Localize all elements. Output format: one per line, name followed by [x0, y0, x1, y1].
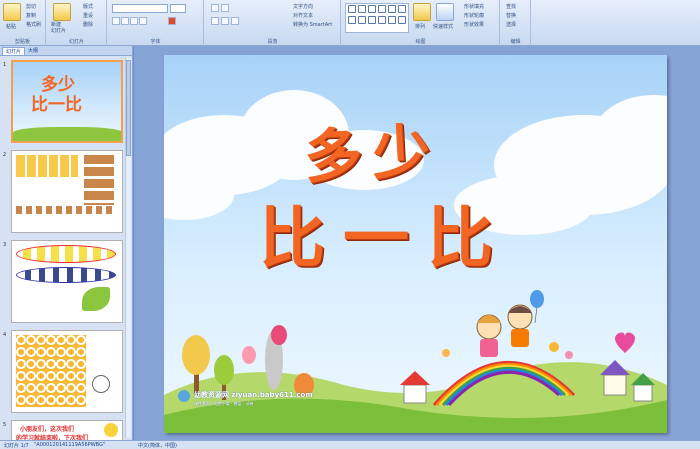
layout-button[interactable]: 版式	[83, 3, 93, 10]
shapes-gallery[interactable]	[345, 3, 409, 33]
thumb-number: 5	[3, 422, 7, 428]
slide-thumb-1[interactable]: 多少 比一比	[11, 60, 123, 143]
bold-button[interactable]	[112, 17, 120, 25]
paste-label: 粘贴	[6, 24, 17, 30]
align-center-button[interactable]	[221, 17, 229, 25]
quick-styles-button[interactable]	[436, 3, 454, 21]
scrollbar-thumb[interactable]	[126, 60, 131, 156]
slide-thumb-4[interactable]	[11, 330, 123, 413]
theme-name: "A000120141119A56PWBG"	[34, 442, 106, 448]
flower-icon	[442, 342, 573, 359]
font-color-button[interactable]	[168, 17, 176, 25]
smartart-button[interactable]: 转换为 SmartArt	[293, 21, 332, 28]
clipboard-group: 粘贴 剪切 复制 格式刷 剪贴板	[0, 0, 46, 46]
slide-thumb-2[interactable]	[11, 150, 123, 233]
red-ellipse	[16, 245, 116, 263]
delete-slide-button[interactable]: 删除	[83, 21, 93, 28]
copy-button[interactable]: 复制	[26, 12, 36, 19]
font-group-label: 字体	[150, 39, 161, 45]
clipboard-group-label: 剪贴板	[14, 39, 30, 45]
monkey-column	[84, 155, 114, 205]
text-direction-button[interactable]: 文字方向	[293, 3, 313, 10]
tab-slides[interactable]: 幻灯片	[2, 46, 26, 55]
numbering-button[interactable]	[221, 4, 229, 12]
sun-icon	[104, 423, 118, 437]
panel-tabs: 幻灯片 大纲	[0, 46, 132, 56]
watermark-site: 幼教资源网 ziyuan.baby611.com	[194, 391, 313, 399]
format-painter-button[interactable]: 格式刷	[26, 21, 41, 28]
heart-icon	[615, 332, 635, 353]
align-left-button[interactable]	[211, 17, 219, 25]
bullets-button[interactable]	[211, 4, 219, 12]
blue-ellipse	[16, 267, 116, 283]
flower-grid	[16, 335, 86, 407]
align-text-button[interactable]: 对齐文本	[293, 12, 313, 19]
shape-outline-button[interactable]: 形状轮廓	[464, 12, 484, 19]
children-icon	[476, 304, 533, 357]
slides-group: 新建 幻灯片 版式 重设 删除 幻灯片	[47, 0, 107, 46]
replace-button[interactable]: 替换	[506, 12, 516, 19]
thumb-number: 3	[3, 242, 7, 248]
font-group: 字体	[108, 0, 204, 46]
monkey-row	[16, 206, 112, 214]
underline-button[interactable]	[130, 17, 138, 25]
cat-icon	[92, 375, 110, 393]
paste-button[interactable]	[3, 3, 21, 21]
shape-effects-button[interactable]: 形状效果	[464, 21, 484, 28]
thumb-text: 小朋友们，这次我们	[20, 426, 75, 433]
shape-fill-button[interactable]: 形状填充	[464, 3, 484, 10]
leaf-icon	[82, 287, 110, 311]
italic-button[interactable]	[121, 17, 129, 25]
monkey-grid	[16, 155, 78, 177]
editing-group: 查找 替换 选择 编辑	[501, 0, 531, 46]
thumb-title: 比一比	[31, 95, 82, 115]
slide-counter: 幻灯片 1/7	[4, 443, 29, 449]
drawing-group-label: 绘图	[415, 39, 426, 45]
language-indicator[interactable]: 中文(简体，中国)	[138, 442, 177, 449]
current-slide[interactable]: 多少 比一比 幼教资源网 ziyuan.baby611.com 课件素材 · 免…	[164, 55, 667, 433]
font-name-field[interactable]	[112, 4, 168, 13]
thumb-number: 1	[3, 62, 7, 68]
paragraph-group: 文字方向 对齐文本 转换为 SmartArt 段落	[205, 0, 341, 46]
align-right-button[interactable]	[231, 17, 239, 25]
reset-button[interactable]: 重设	[83, 12, 93, 19]
arrange-button[interactable]	[413, 3, 431, 21]
paragraph-group-label: 段落	[267, 39, 278, 45]
font-size-field[interactable]	[170, 4, 186, 13]
quick-styles-label: 快速样式	[433, 24, 454, 30]
status-bar: 幻灯片 1/7 "A000120141119A56PWBG" 中文(简体，中国)	[0, 440, 700, 449]
slide-title-line2[interactable]: 比一比	[259, 185, 511, 281]
slide-thumbnail-panel: 幻灯片 大纲 1 多少 比一比 2 3 4 5 小朋友们，这次我们 的学习就结束…	[0, 46, 133, 442]
tab-outline[interactable]: 大纲	[25, 47, 41, 54]
select-button[interactable]: 选择	[506, 21, 516, 28]
watermark-logo	[178, 390, 190, 402]
thumb-hills	[13, 127, 121, 141]
slide-thumb-5[interactable]: 小朋友们，这次我们 的学习就结束啦，下次我们	[11, 420, 123, 442]
slide-edit-area: 多少 比一比 幼教资源网 ziyuan.baby611.com 课件素材 · 免…	[134, 46, 700, 440]
editing-group-label: 编辑	[510, 39, 521, 45]
slide-thumb-3[interactable]	[11, 240, 123, 323]
find-button[interactable]: 查找	[506, 3, 516, 10]
arrange-label: 排列	[415, 24, 426, 30]
panel-scrollbar[interactable]	[125, 58, 131, 438]
drawing-group: 排列 快速样式 形状填充 形状轮廓 形状效果 绘图	[342, 0, 500, 46]
watermark-sub: 课件素材 · 免费下载 · 教案 · 试卷	[194, 401, 254, 406]
thumb-number: 4	[3, 332, 7, 338]
strike-button[interactable]	[139, 17, 147, 25]
slide-title-line1[interactable]: 多少	[302, 103, 442, 194]
new-slide-button[interactable]	[53, 3, 71, 21]
slides-group-label: 幻灯片	[68, 39, 84, 45]
new-slide-label: 新建 幻灯片	[51, 22, 67, 34]
thumb-number: 2	[3, 152, 7, 158]
cut-button[interactable]: 剪切	[26, 3, 36, 10]
ribbon: 粘贴 剪切 复制 格式刷 剪贴板 新建 幻灯片 版式 重设 删除 幻灯片 字体 …	[0, 0, 700, 46]
